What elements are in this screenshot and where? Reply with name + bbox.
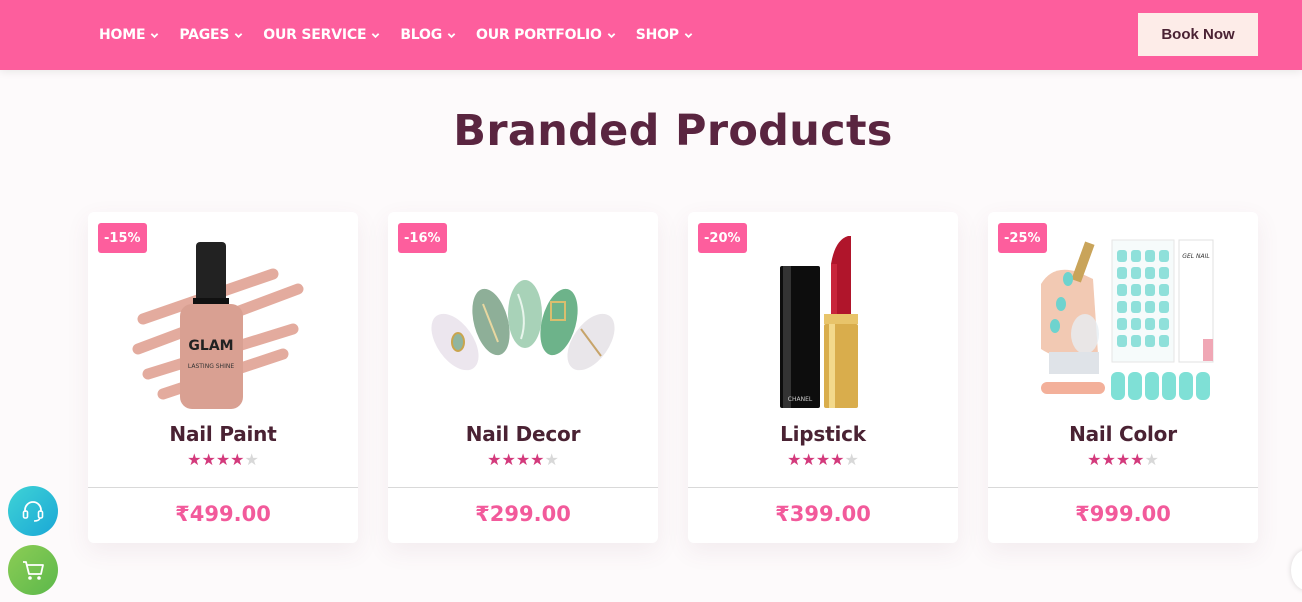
product-name[interactable]: Nail Decor: [388, 422, 658, 446]
nav-item-label: SHOP: [635, 27, 679, 43]
nav-item-shop[interactable]: SHOP: [636, 27, 693, 43]
chevron-down-icon: [372, 32, 380, 38]
nav-item-label: BLOG: [400, 27, 443, 43]
nav-item-label: OUR SERVICE: [263, 27, 367, 43]
product-card-nail-color[interactable]: -25% GEL NAIL Nail Color ★★★★★ ₹999.00: [988, 212, 1258, 543]
nail-polish-image[interactable]: GLAM LASTING SHINE: [123, 234, 323, 409]
chevron-down-icon: [684, 32, 693, 38]
book-now-button[interactable]: Book Now: [1138, 13, 1258, 56]
headset-icon: [22, 501, 44, 522]
chevron-down-icon: [151, 32, 159, 38]
nav-item-label: HOME: [99, 27, 146, 43]
product-name[interactable]: Nail Paint: [88, 422, 358, 446]
card-divider: [88, 487, 358, 488]
glam-brand-subtext: LASTING SHINE: [188, 363, 234, 370]
card-divider: [388, 487, 658, 488]
cart-button[interactable]: [8, 545, 58, 595]
lipstick-image[interactable]: CHANEL: [723, 234, 923, 409]
nav-item-our-service[interactable]: OUR SERVICE: [263, 27, 380, 43]
product-price: ₹299.00: [475, 502, 571, 526]
support-button[interactable]: [8, 486, 58, 536]
rating-stars: ★★★★★: [1087, 450, 1159, 469]
gel-nail-kit-image[interactable]: GEL NAIL: [1023, 234, 1223, 409]
nav-item-our-portfolio[interactable]: OUR PORTFOLIO: [476, 27, 616, 43]
product-name[interactable]: Nail Color: [988, 422, 1258, 446]
nav-item-label: OUR PORTFOLIO: [476, 27, 602, 43]
chanel-brand-text: CHANEL: [788, 396, 813, 403]
nav-menu: HOME PAGES OUR SERVICE BLOG OUR PORTFOLI…: [99, 0, 713, 70]
card-divider: [688, 487, 958, 488]
product-card-nail-paint[interactable]: -15% GLAM LASTING SHINE Nail Paint ★★★★★…: [88, 212, 358, 543]
product-name[interactable]: Lipstick: [688, 422, 958, 446]
nail-decor-image[interactable]: [423, 234, 623, 409]
product-card-nail-decor[interactable]: -16% Nail Decor ★★★★★ ₹299.00: [388, 212, 658, 543]
product-price: ₹999.00: [1075, 502, 1171, 526]
product-price: ₹499.00: [175, 502, 271, 526]
cart-icon: [23, 561, 44, 580]
scroll-edge-button[interactable]: [1291, 550, 1302, 590]
nav-item-label: PAGES: [179, 27, 230, 43]
rating-stars: ★★★★★: [487, 450, 559, 469]
glam-brand-text: GLAM: [188, 338, 233, 354]
chevron-down-icon: [607, 32, 615, 38]
product-card-lipstick[interactable]: -20% CHANEL Lipstick ★★★★★ ₹399.00: [688, 212, 958, 543]
gel-nail-brand-text: GEL NAIL: [1182, 253, 1209, 260]
card-divider: [988, 487, 1258, 488]
top-navbar: HOME PAGES OUR SERVICE BLOG OUR PORTFOLI…: [0, 0, 1302, 70]
chevron-down-icon: [234, 32, 243, 38]
rating-stars: ★★★★★: [787, 450, 859, 469]
nav-item-home[interactable]: HOME: [99, 27, 159, 43]
rating-stars: ★★★★★: [187, 450, 259, 469]
nav-item-pages[interactable]: PAGES: [179, 27, 243, 43]
section-title: Branded Products: [453, 106, 893, 156]
chevron-down-icon: [447, 32, 456, 38]
nav-item-blog[interactable]: BLOG: [400, 27, 456, 43]
product-price: ₹399.00: [775, 502, 871, 526]
